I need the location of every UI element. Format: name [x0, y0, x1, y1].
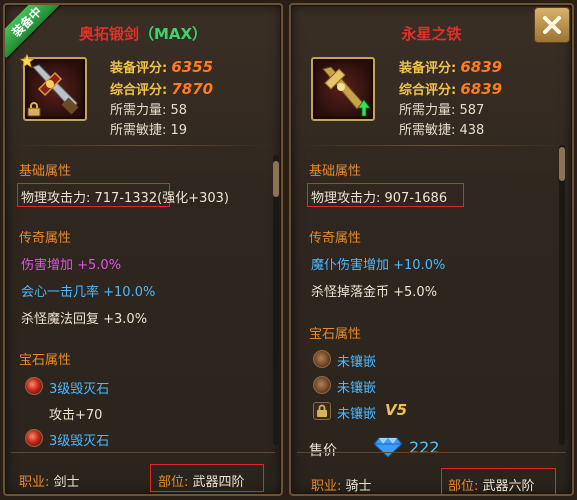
job-value: 剑士	[53, 475, 80, 490]
legend-attr-1: 伤害增加 +5.0%	[21, 258, 122, 273]
base-attributes-heading: 基础属性	[309, 164, 362, 179]
legend-attributes-heading: 传奇属性	[19, 231, 72, 246]
gem-slot-1: 未镶嵌	[337, 355, 377, 370]
upgrade-arrow-icon	[357, 99, 371, 117]
equipped-item-panel: 装备中 奥拓锻剑（MAX） 装备评分: 6355 综合评分: 7870 所需力量…	[3, 3, 283, 496]
overall-score-label: 综合评分:	[110, 83, 168, 98]
scrollbar-thumb[interactable]	[273, 161, 279, 197]
item-stats: 装备评分: 6839 综合评分: 6839 所需力量: 587 所需敏捷: 43…	[399, 57, 502, 141]
locked-socket-icon	[313, 402, 331, 420]
gem-icon	[25, 429, 43, 447]
star-icon	[19, 53, 35, 69]
vip-level-badge: V5	[385, 401, 408, 419]
slot-value: 武器六阶	[482, 479, 535, 494]
empty-socket-icon	[313, 376, 331, 394]
item-icon-weapon[interactable]	[311, 57, 375, 121]
legend-attr-2: 杀怪掉落金币 +5.0%	[311, 285, 438, 300]
equip-score-value: 6839	[460, 58, 503, 76]
legend-attr-1: 魔仆伤害增加 +10.0%	[311, 258, 446, 273]
required-agility: 所需敏捷: 438	[399, 123, 485, 138]
divider	[13, 145, 273, 146]
compare-item-panel: 永星之铁 装备评分: 6839 综合评分: 6839 所需力量: 587 所需敏…	[289, 3, 574, 496]
gem-2-name: 3级毁灭石	[49, 434, 110, 449]
required-strength: 所需力量: 587	[399, 103, 485, 118]
base-attack: 物理攻击力: 907-1686	[311, 191, 448, 206]
item-icon-sword[interactable]	[19, 53, 87, 121]
overall-score-label: 综合评分:	[399, 83, 457, 98]
item-name: 奥拓锻剑	[78, 25, 139, 43]
slot-label: 部位:	[448, 479, 479, 494]
overall-score-value: 6839	[460, 80, 503, 98]
gem-1-name: 3级毁灭石	[49, 382, 110, 397]
scrollbar-thumb[interactable]	[559, 147, 565, 181]
base-attack: 物理攻击力: 717-1332	[21, 191, 158, 206]
empty-socket-icon	[313, 350, 331, 368]
item-title: 奥拓锻剑（MAX）	[5, 23, 281, 44]
gem-1-bonus: 攻击+70	[49, 408, 103, 423]
job-value: 骑士	[345, 479, 372, 494]
job-label: 职业:	[311, 479, 342, 494]
base-attributes-heading: 基础属性	[19, 164, 72, 179]
job-line: 职业: 骑士	[311, 475, 372, 494]
slot-label: 部位:	[158, 475, 189, 490]
gem-slot-2: 未镶嵌	[337, 381, 377, 396]
equip-score-value: 6355	[171, 58, 214, 76]
job-line: 职业: 剑士	[19, 471, 80, 490]
scrollbar[interactable]	[273, 155, 279, 445]
lock-icon	[27, 102, 41, 117]
gem-attributes-heading: 宝石属性	[309, 327, 362, 342]
equip-score-label: 装备评分:	[399, 61, 457, 76]
max-tag: （MAX）	[138, 25, 208, 43]
gem-attributes-heading: 宝石属性	[19, 353, 72, 368]
gem-slot-3: 未镶嵌	[337, 407, 377, 422]
gem-icon	[25, 377, 43, 395]
job-label: 职业:	[19, 475, 50, 490]
legend-attr-2: 会心一击几率 +10.0%	[21, 285, 156, 300]
equip-score-label: 装备评分:	[110, 61, 168, 76]
slot-line: 部位: 武器四阶	[158, 471, 245, 490]
item-title: 永星之铁	[401, 25, 462, 43]
required-agility: 所需敏捷: 19	[110, 123, 188, 138]
overall-score-value: 7870	[171, 80, 214, 98]
enhance-bonus: (强化+303)	[157, 191, 229, 206]
legend-attr-3: 杀怪魔法回复 +3.0%	[21, 312, 148, 327]
slot-value: 武器四阶	[192, 475, 245, 490]
divider	[299, 145, 564, 146]
item-stats: 装备评分: 6355 综合评分: 7870 所需力量: 58 所需敏捷: 19	[110, 57, 213, 141]
legend-attributes-heading: 传奇属性	[309, 231, 362, 246]
lock-icon	[317, 404, 327, 417]
slot-line: 部位: 武器六阶	[448, 475, 535, 494]
base-attack-line: 物理攻击力: 717-1332(强化+303)	[21, 187, 229, 206]
scrollbar[interactable]	[559, 145, 565, 445]
required-strength: 所需力量: 58	[110, 103, 188, 118]
